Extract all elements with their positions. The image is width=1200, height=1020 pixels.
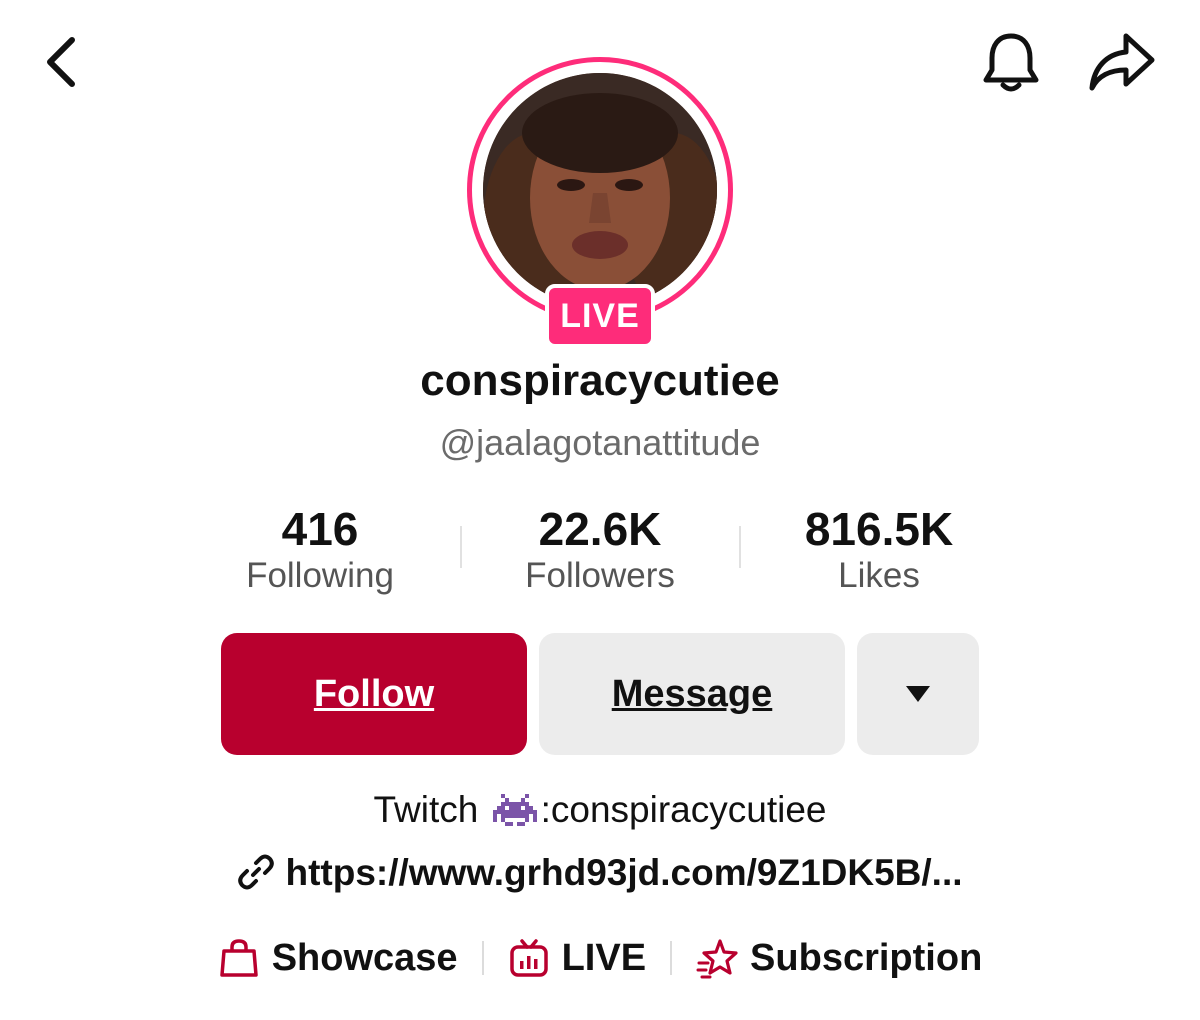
bio-link[interactable]: https://www.grhd93jd.com/9Z1DK5B/... (0, 852, 1200, 894)
shopping-bag-icon (219, 939, 258, 977)
live-badge[interactable]: LIVE (545, 284, 655, 348)
tab-label: LIVE (561, 936, 647, 979)
stat-divider (460, 526, 462, 568)
message-button[interactable]: Message (539, 633, 845, 755)
bio-link-text: https://www.grhd93jd.com/9Z1DK5B/... (285, 852, 963, 893)
chevron-left-icon (47, 37, 75, 87)
stat-label: Likes (838, 556, 920, 595)
stat-label: Following (246, 556, 394, 595)
bio-prefix: Twitch (373, 789, 479, 830)
share-arrow-icon (1089, 33, 1155, 91)
tab-divider (670, 941, 673, 975)
tab-live[interactable]: LIVE (508, 937, 646, 980)
tab-divider (481, 941, 484, 975)
tab-label: Subscription (750, 936, 983, 979)
tab-showcase[interactable]: Showcase (218, 937, 458, 980)
star-subscription-icon (696, 939, 738, 979)
bell-icon (983, 33, 1039, 92)
stat-divider (739, 526, 741, 568)
profile-tabs: Showcase LIVE Subscription (0, 928, 1200, 988)
caret-down-icon (906, 686, 930, 702)
notification-bell-button[interactable] (978, 30, 1044, 96)
stat-following[interactable]: 416 Following (200, 502, 440, 596)
tv-live-icon (509, 939, 548, 977)
more-options-button[interactable] (857, 633, 979, 755)
tab-subscription[interactable]: Subscription (696, 937, 982, 980)
display-name: conspiracycutiee (420, 356, 780, 405)
profile-page: LIVE conspiracycutiee @jaalagotanattitud… (0, 0, 1200, 1020)
tab-label: Showcase (271, 936, 458, 979)
username: @jaalagotanattitude (439, 422, 761, 463)
stat-value: 416 (281, 503, 359, 555)
link-icon (237, 853, 275, 891)
bio-text: Twitch :conspiracycutiee (0, 789, 1200, 831)
avatar-portrait (483, 73, 717, 307)
stat-label: Followers (525, 556, 675, 595)
back-button[interactable] (38, 34, 86, 90)
space-invader-emoji-icon (492, 792, 537, 828)
follow-button[interactable]: Follow (221, 633, 527, 755)
stat-followers[interactable]: 22.6K Followers (480, 502, 720, 596)
bio-handle: :conspiracycutiee (540, 789, 827, 830)
stat-value: 22.6K (538, 503, 662, 555)
avatar (483, 73, 717, 307)
stat-value: 816.5K (804, 503, 954, 555)
share-button[interactable] (1086, 28, 1158, 94)
stat-likes[interactable]: 816.5K Likes (759, 502, 999, 596)
